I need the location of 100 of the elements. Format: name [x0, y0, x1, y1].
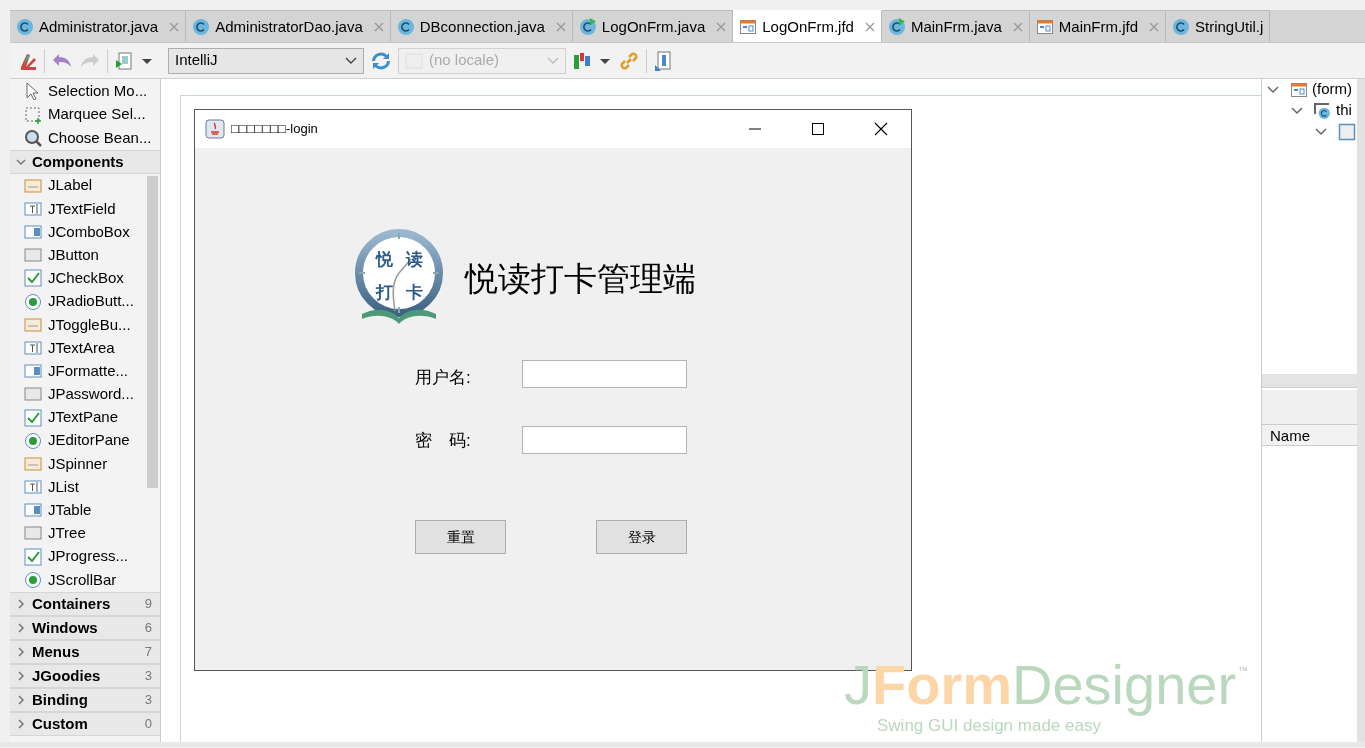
palette-component[interactable]: JList: [10, 475, 160, 499]
component-icon: [24, 246, 42, 265]
maximize-icon[interactable]: [810, 122, 826, 136]
component-icon: [24, 292, 42, 311]
column-header: Name: [1270, 427, 1310, 444]
palette-component[interactable]: JSpinner: [10, 452, 160, 476]
category-count: 6: [144, 619, 152, 638]
class-icon: [192, 18, 211, 36]
editor-tab[interactable]: StringUtil.j: [1166, 10, 1271, 42]
palette-component[interactable]: JFormatte...: [10, 359, 160, 383]
palette-tool[interactable]: Selection Mo...: [10, 79, 160, 103]
palette-category[interactable]: Containers 9: [10, 592, 160, 617]
palette-tool[interactable]: Choose Bean...: [10, 126, 160, 151]
run-class-icon: [578, 18, 597, 36]
input-field[interactable]: [522, 360, 687, 388]
tree-item[interactable]: (form): [1262, 79, 1357, 100]
editor-tab[interactable]: MainFrm.jfd: [1029, 10, 1166, 42]
component-icon: [24, 199, 42, 218]
form-button[interactable]: 重置: [415, 520, 506, 554]
component-icon: [24, 338, 42, 357]
editor-tab[interactable]: DBconnection.java: [390, 10, 573, 42]
component-icon: [24, 547, 42, 566]
category-count: 0: [144, 715, 152, 734]
palette-tool[interactable]: Marquee Sel...: [10, 102, 160, 127]
palette-component[interactable]: JCheckBox: [10, 266, 160, 290]
chevron-right-icon: [16, 719, 26, 730]
palette-category[interactable]: JGoodies 3: [10, 664, 160, 689]
editor-tab[interactable]: AdministratorDao.java: [186, 10, 391, 42]
class-icon: [1172, 18, 1190, 36]
palette-component[interactable]: JComboBox: [10, 220, 160, 244]
component-icon: [24, 408, 42, 427]
search-icon: [24, 129, 42, 148]
chevron-down-icon: [345, 56, 357, 65]
component-icon: [24, 431, 42, 450]
palette-component[interactable]: JTree: [10, 521, 160, 546]
class-icon: [1314, 101, 1332, 120]
palette-component[interactable]: JEditorPane: [10, 429, 160, 453]
component-icon: [24, 269, 42, 288]
palette-component[interactable]: JScrollBar: [10, 568, 160, 592]
chevron-right-icon: [16, 695, 26, 706]
component-icon: [24, 524, 42, 543]
chevron-right-icon: [16, 647, 26, 658]
palette-component[interactable]: JTextField: [10, 197, 160, 221]
palette-category[interactable]: Binding 3: [10, 688, 160, 713]
palette-component[interactable]: JButton: [10, 243, 160, 267]
link-icon[interactable]: [618, 49, 640, 72]
palette-component[interactable]: JRadioButt...: [10, 290, 160, 314]
form-file-icon: [739, 18, 758, 36]
editor-tab[interactable]: MainFrm.java: [881, 10, 1030, 42]
look-and-feel-combo[interactable]: IntelliJ: [168, 47, 364, 74]
palette-component[interactable]: JToggleBu...: [10, 313, 160, 337]
form-file-icon: [1035, 18, 1054, 36]
class-icon: [396, 18, 415, 36]
palette-component[interactable]: JTable: [10, 498, 160, 522]
editor-tab[interactable]: LogOnFrm.jfd: [733, 10, 882, 42]
category-count: 3: [144, 667, 152, 686]
palette-component[interactable]: JTextPane: [10, 405, 160, 430]
info-file-icon[interactable]: [653, 49, 673, 72]
scrollbar[interactable]: [1357, 79, 1365, 742]
align-icon[interactable]: [572, 50, 592, 71]
component-icon: [24, 454, 42, 473]
palette-component[interactable]: JProgress...: [10, 545, 160, 569]
component-icon: [24, 176, 42, 195]
marquee-icon: [24, 105, 42, 124]
window-title: □□□□□□□-login: [231, 120, 318, 139]
preview-icon[interactable]: [114, 50, 134, 71]
close-icon[interactable]: [873, 122, 889, 136]
tree-item[interactable]: thi: [1262, 100, 1357, 121]
input-field[interactable]: [522, 426, 687, 454]
chevron-right-icon: [16, 623, 26, 634]
field-label: 用户名:: [415, 367, 471, 389]
tagline: Swing GUI design made easy: [877, 716, 1101, 737]
editor-tab[interactable]: Administrator.java: [10, 10, 187, 42]
component-icon: [24, 501, 42, 520]
palette-component[interactable]: JLabel: [10, 174, 160, 198]
palette-component[interactable]: JPassword...: [10, 382, 160, 406]
component-icon: [24, 223, 42, 242]
category-count: 9: [144, 595, 152, 614]
chevron-right-icon: [16, 599, 26, 610]
component-icon: [24, 315, 42, 334]
java-icon: [205, 119, 225, 139]
class-icon: [16, 18, 34, 36]
editor-tab[interactable]: LogOnFrm.java: [572, 10, 734, 42]
component-icon: [24, 362, 42, 381]
form-button[interactable]: 登录: [596, 520, 687, 554]
scrollbar-thumb[interactable]: [147, 176, 158, 489]
app-heading: 悦读打卡管理端: [465, 259, 696, 299]
chevron-down-icon: [16, 157, 26, 168]
palette-component[interactable]: JTextArea: [10, 336, 160, 360]
category-count: 3: [144, 691, 152, 710]
field-label: 密 码:: [415, 430, 471, 452]
trademark-sign: ™: [1238, 664, 1248, 678]
palette-category[interactable]: Custom 0: [10, 712, 160, 737]
palette-category[interactable]: Windows 6: [10, 616, 160, 641]
component-icon: [24, 570, 42, 589]
component-icon: [24, 385, 42, 404]
chevron-down-icon: [547, 56, 559, 65]
palette-category[interactable]: Menus 7: [10, 640, 160, 665]
palette-category[interactable]: Components: [10, 150, 160, 175]
category-count: 7: [144, 643, 152, 662]
